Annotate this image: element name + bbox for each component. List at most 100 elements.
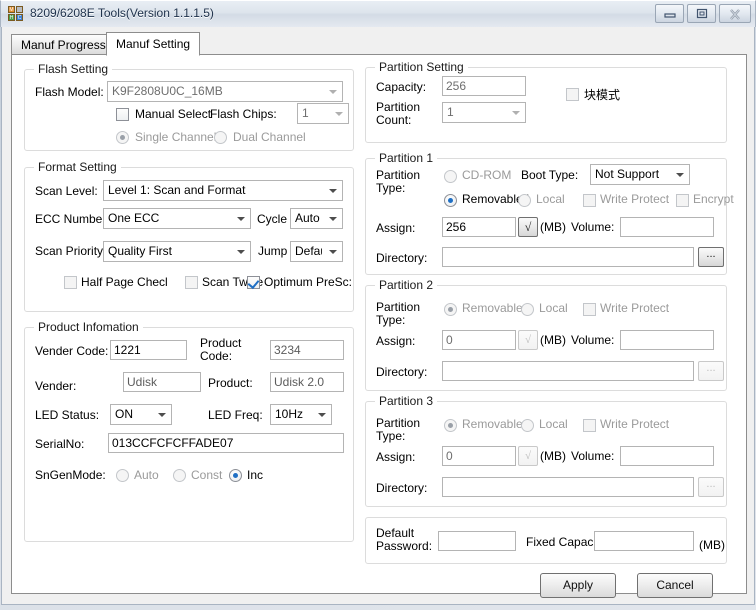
- dual-channel-label: Dual Channel: [233, 130, 306, 144]
- manual-select-checkbox[interactable]: [116, 108, 129, 121]
- sngenmode-radio-inc[interactable]: [229, 469, 242, 482]
- cycle-label: Cycle: [257, 212, 288, 226]
- partition1-assign-label: Assign:: [376, 221, 416, 235]
- sngenmode-label-const: Const: [191, 468, 223, 482]
- serialno-input[interactable]: [108, 433, 344, 453]
- ecc-number-combo[interactable]: One ECC: [103, 208, 251, 229]
- apply-button[interactable]: Apply: [540, 573, 616, 598]
- partition-count-label: Partition Count:: [376, 100, 421, 127]
- cycle-combo[interactable]: Auto Dete: [290, 208, 343, 229]
- maximize-button[interactable]: [687, 4, 716, 23]
- partition3-type-label: Partition Type:: [376, 416, 421, 443]
- partition1-cdrom-radio[interactable]: [444, 170, 457, 183]
- partition2-browse-button[interactable]: ...: [698, 361, 724, 381]
- flash-model-combo[interactable]: K9F2808U0C_16MB: [107, 81, 343, 102]
- partition3-assign-input[interactable]: [442, 446, 516, 466]
- close-button[interactable]: [719, 4, 751, 23]
- partition1-directory-label: Directory:: [376, 251, 428, 265]
- partition2-assign-input[interactable]: [442, 330, 516, 350]
- partition3-directory-label: Directory:: [376, 481, 428, 495]
- cancel-button[interactable]: Cancel: [637, 573, 713, 598]
- chevron-down-icon: [324, 82, 342, 101]
- partition1-assign-input[interactable]: [442, 217, 516, 237]
- window-title: 8209/6208E Tools(Version 1.1.1.5): [30, 6, 214, 20]
- scan-priority-label: Scan Priority:: [35, 244, 107, 258]
- sngenmode-radio-auto[interactable]: [116, 469, 129, 482]
- partition3-volume-input[interactable]: [620, 446, 714, 466]
- optimum-prescan-checkbox[interactable]: [247, 276, 260, 289]
- partition2-directory-input[interactable]: [442, 361, 694, 381]
- partition2-local-radio[interactable]: [521, 303, 534, 316]
- scan-level-combo[interactable]: Level 1: Scan and Format: [103, 180, 343, 201]
- partition1-removable-radio[interactable]: [444, 194, 457, 207]
- partition1-browse-button[interactable]: ...: [698, 247, 724, 267]
- half-page-check-checkbox[interactable]: [64, 276, 77, 289]
- partition3-directory-input[interactable]: [442, 477, 694, 497]
- scan-level-label: Scan Level:: [35, 184, 98, 198]
- tab-manuf-progress[interactable]: Manuf Progress: [11, 34, 116, 55]
- group-partition-1-caption: Partition 1: [375, 151, 438, 165]
- vender-label: Vender:: [35, 379, 77, 393]
- partition3-browse-button[interactable]: ...: [698, 477, 724, 497]
- partition2-write-protect-checkbox[interactable]: [583, 303, 596, 316]
- group-partition-setting: Partition Setting Capacity: 块模式 Partitio…: [365, 60, 727, 143]
- partition2-removable-radio[interactable]: [444, 303, 457, 316]
- flash-model-value: K9F2808U0C_16MB: [112, 84, 223, 98]
- tab-manuf-setting[interactable]: Manuf Setting: [106, 32, 201, 56]
- product-code-input[interactable]: [270, 340, 344, 360]
- chevron-down-icon: [324, 242, 342, 261]
- sngenmode-label-inc: Inc: [247, 468, 264, 482]
- partition3-local-label: Local: [539, 417, 568, 431]
- partition3-removable-radio[interactable]: [444, 419, 457, 432]
- partition3-sqrt-button[interactable]: √: [518, 446, 538, 466]
- scan-twice-checkbox[interactable]: [185, 276, 198, 289]
- capacity-input[interactable]: [442, 76, 526, 96]
- vender-input[interactable]: [123, 372, 201, 392]
- product-input[interactable]: [270, 372, 344, 392]
- partition1-write-protect-checkbox[interactable]: [583, 194, 596, 207]
- flash-chips-label: Flash Chips:: [210, 107, 277, 121]
- vender-code-input[interactable]: [110, 340, 187, 360]
- single-channel-radio[interactable]: [116, 131, 129, 144]
- default-password-input[interactable]: [438, 531, 516, 551]
- fixed-capacity-input[interactable]: [594, 531, 694, 551]
- partition-count-combo[interactable]: 1: [442, 102, 526, 123]
- title-bar[interactable]: M H C 8209/6208E Tools(Version 1.1.1.5): [0, 0, 756, 27]
- chevron-down-icon: [232, 242, 250, 261]
- group-flash-setting-caption: Flash Setting: [34, 62, 113, 76]
- partition2-volume-input[interactable]: [620, 330, 714, 350]
- partition1-encrypt-checkbox[interactable]: [676, 194, 689, 207]
- partition3-local-radio[interactable]: [521, 419, 534, 432]
- led-status-value: ON: [115, 407, 133, 421]
- partition1-local-radio[interactable]: [518, 194, 531, 207]
- default-password-label: Default Password:: [376, 526, 433, 553]
- partition1-sqrt-button[interactable]: √: [518, 217, 538, 237]
- jump-combo[interactable]: Default: [290, 241, 343, 262]
- minimize-button[interactable]: [655, 4, 684, 23]
- group-product-information: Product Infomation Vender Code: Product …: [24, 320, 354, 542]
- sngenmode-radio-const[interactable]: [173, 469, 186, 482]
- partition3-volume-label: Volume:: [571, 449, 615, 463]
- block-mode-checkbox[interactable]: [566, 88, 579, 101]
- partition3-write-protect-checkbox[interactable]: [583, 419, 596, 432]
- chevron-down-icon: [507, 103, 525, 122]
- dual-channel-radio[interactable]: [214, 131, 227, 144]
- partition2-sqrt-button[interactable]: √: [518, 330, 538, 350]
- flash-chips-combo[interactable]: 1: [297, 103, 349, 124]
- scan-priority-combo[interactable]: Quality First: [103, 241, 251, 262]
- led-freq-combo[interactable]: 10Hz: [270, 404, 332, 425]
- capacity-label: Capacity:: [376, 80, 427, 94]
- group-format-setting-caption: Format Setting: [34, 160, 121, 174]
- partition1-volume-label: Volume:: [571, 220, 615, 234]
- partition1-directory-input[interactable]: [442, 247, 694, 267]
- close-icon: [730, 9, 740, 20]
- partition3-removable-label: Removable: [462, 417, 523, 431]
- partition1-boot-type-combo[interactable]: Not Support: [590, 164, 690, 185]
- group-partition-setting-caption: Partition Setting: [375, 60, 468, 74]
- led-status-combo[interactable]: ON: [110, 404, 172, 425]
- partition3-write-protect-label: Write Protect: [600, 417, 670, 431]
- partition1-encrypt-label: Encrypt: [693, 192, 734, 206]
- partition1-volume-input[interactable]: [620, 217, 714, 237]
- partition1-boot-type-label: Boot Type:: [521, 168, 579, 182]
- partition1-cdrom-label: CD-ROM: [462, 168, 512, 182]
